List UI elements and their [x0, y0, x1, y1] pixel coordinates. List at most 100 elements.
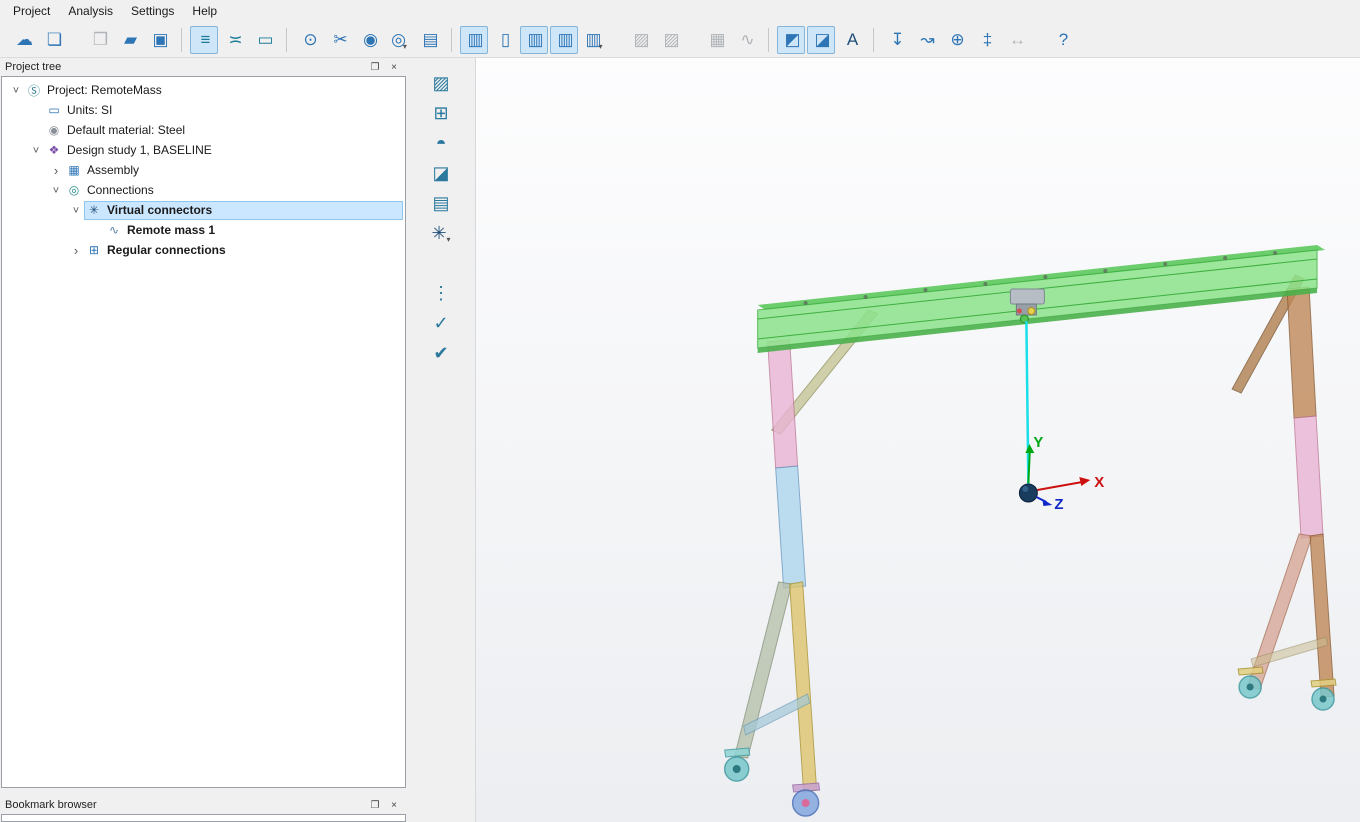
menu-settings[interactable]: Settings [122, 1, 183, 21]
toolbar-icon: ▦ [709, 31, 725, 48]
move-copy-button[interactable]: ⊕ [942, 26, 970, 54]
save-project-button[interactable]: ▣ [145, 26, 173, 54]
fillet-weld-button[interactable]: ◪ [425, 158, 457, 188]
tree-node-virtual-connectors[interactable]: ✳ Virtual connectors [2, 200, 405, 220]
toolbar-icon: ▨ [663, 31, 679, 48]
deformed-result-button[interactable]: ▥ [460, 26, 488, 54]
zoom-window-button[interactable]: ⊙ [295, 26, 323, 54]
toolbar-icon: ▨ [633, 31, 649, 48]
float-panel-button[interactable]: ❐ [367, 60, 383, 75]
tree-row-content: ⊞ Regular connections [84, 241, 403, 260]
tree-node-label: Design study 1, BASELINE [63, 142, 216, 158]
remote-mass-connector-line[interactable] [1026, 321, 1028, 484]
toolbar-gap [69, 26, 83, 54]
close-panel-button[interactable]: × [386, 798, 402, 813]
tree-row-content: ▦ Assembly [64, 161, 403, 180]
tree-row-content: ◎ Connections [64, 181, 403, 200]
toolbar-icon: ⊞ [433, 104, 448, 122]
tree-expander-icon[interactable] [28, 143, 44, 157]
open-folder-button[interactable]: ▰ [115, 26, 143, 54]
legend-panel-button[interactable]: ≍ [220, 26, 248, 54]
dock-splitter[interactable] [0, 788, 407, 796]
apply-load-button[interactable]: ↧ [882, 26, 910, 54]
remote-mass-sphere[interactable] [1019, 484, 1037, 502]
toolbar-icon: ▰ [124, 31, 137, 48]
float-panel-button[interactable]: ❐ [367, 798, 383, 813]
menu-project[interactable]: Project [4, 1, 59, 21]
fringe-plot-button[interactable]: ▥ [550, 26, 578, 54]
open-project-button[interactable]: ❒ [85, 26, 113, 54]
tree-node-label: Assembly [83, 162, 143, 178]
bookmark-browser-title: Bookmark browser [5, 799, 364, 811]
spring-reactions-button[interactable]: ∿ [732, 26, 760, 54]
toolbar-icon: ✓ [433, 314, 448, 332]
tree-expander-icon[interactable] [68, 203, 84, 217]
toolbar-icon: ▭ [257, 31, 273, 48]
bookmark-browser-body [1, 814, 406, 822]
animate-result-button[interactable]: ▥▾ [580, 26, 608, 54]
auto-connections-button[interactable]: ▨ [425, 68, 457, 98]
seam-weld-button[interactable]: ◓ [425, 128, 457, 158]
tree-node-project[interactable]: Ⓢ Project: RemoteMass [2, 80, 405, 100]
help-button[interactable]: ? [1048, 26, 1076, 54]
contour-plot-button[interactable]: ▥ [520, 26, 548, 54]
crane-model[interactable] [725, 245, 1336, 816]
tree-node-material[interactable]: ◉ Default material: Steel [2, 120, 405, 140]
tree-node-remote-mass[interactable]: ∿ Remote mass 1 [2, 220, 405, 240]
tree-node-units[interactable]: ▭ Units: SI [2, 100, 405, 120]
tree-expander-icon[interactable] [48, 163, 64, 178]
cut-plane-button[interactable]: ✂ [325, 26, 353, 54]
tree-row-content: ▭ Units: SI [44, 101, 403, 120]
tree-row-content: ◉ Default material: Steel [44, 121, 403, 140]
tree-node-regular-connections[interactable]: ⊞ Regular connections [2, 240, 405, 260]
edge-weld-button[interactable]: ▤ [425, 188, 457, 218]
thermal-result-button[interactable]: ‡ [972, 26, 1000, 54]
tree-node-label: Remote mass 1 [123, 222, 219, 238]
cloud-button[interactable]: ☁ [9, 26, 37, 54]
design-study-icon: ❖ [45, 143, 63, 157]
bookmark-browser-button[interactable]: ▭ [250, 26, 278, 54]
tree-expander-icon[interactable] [8, 83, 24, 97]
coordinate-triad: Y X Z [1025, 434, 1104, 513]
main-toolbar: ☁❏❒▰▣≡≍▭⊙✂◉◎▾▤▥▯▥▥▥▾▨▨▦∿◩◪A↧↝⊕‡↔? [0, 22, 1360, 58]
probe-result-button[interactable]: ◩ [777, 26, 805, 54]
toolbar-icon: ⋮ [432, 284, 450, 302]
toolbar-icon: ↔ [1009, 31, 1026, 48]
show-only-button[interactable]: ◎▾ [385, 26, 413, 54]
toolbar-icon: ▥ [467, 31, 483, 48]
toolbar-icon: A [847, 31, 858, 48]
trajectory-button[interactable]: ↝ [912, 26, 940, 54]
tree-expander-icon[interactable] [68, 243, 84, 258]
tree-node-assembly[interactable]: ▦ Assembly [2, 160, 405, 180]
review-connections-button[interactable]: ✓ [425, 308, 457, 338]
bolt-connections-button[interactable]: ⋮ [425, 278, 457, 308]
axis-x-label: X [1094, 474, 1104, 491]
toolbar-icon: ▯ [501, 31, 510, 48]
show-hide-button[interactable]: ◉ [355, 26, 383, 54]
project-tree-button[interactable]: ≡ [190, 26, 218, 54]
validate-connections-button[interactable]: ✔ [425, 338, 457, 368]
measure-button[interactable]: A [837, 26, 865, 54]
tree-row-content: ∿ Remote mass 1 [104, 221, 403, 240]
tree-node-label: Default material: Steel [63, 122, 189, 138]
scale-view-button[interactable]: ↔ [1002, 26, 1030, 54]
project-tree-title: Project tree [5, 61, 364, 73]
add-connection-button[interactable]: ⊞ [425, 98, 457, 128]
toolbar-icon: ▨ [432, 74, 449, 92]
tree-node-connections[interactable]: ◎ Connections [2, 180, 405, 200]
compare-results-button[interactable]: ▨ [626, 26, 654, 54]
assembly-icon: ▦ [65, 163, 83, 177]
tree-node-design-study[interactable]: ❖ Design study 1, BASELINE [2, 140, 405, 160]
menu-help[interactable]: Help [183, 1, 226, 21]
virtual-connector-button[interactable]: ✳▾ [425, 218, 457, 248]
tree-expander-icon[interactable] [48, 183, 64, 197]
superpose-results-button[interactable]: ▨ [656, 26, 684, 54]
render-options-button[interactable]: ▤ [415, 26, 443, 54]
undeformed-button[interactable]: ▯ [490, 26, 518, 54]
reactions-grid-button[interactable]: ▦ [702, 26, 730, 54]
new-project-button[interactable]: ❏ [39, 26, 67, 54]
viewport-3d[interactable]: Y X Z [475, 58, 1360, 822]
menu-analysis[interactable]: Analysis [59, 1, 122, 21]
close-panel-button[interactable]: × [386, 60, 402, 75]
pick-info-button[interactable]: ◪ [807, 26, 835, 54]
